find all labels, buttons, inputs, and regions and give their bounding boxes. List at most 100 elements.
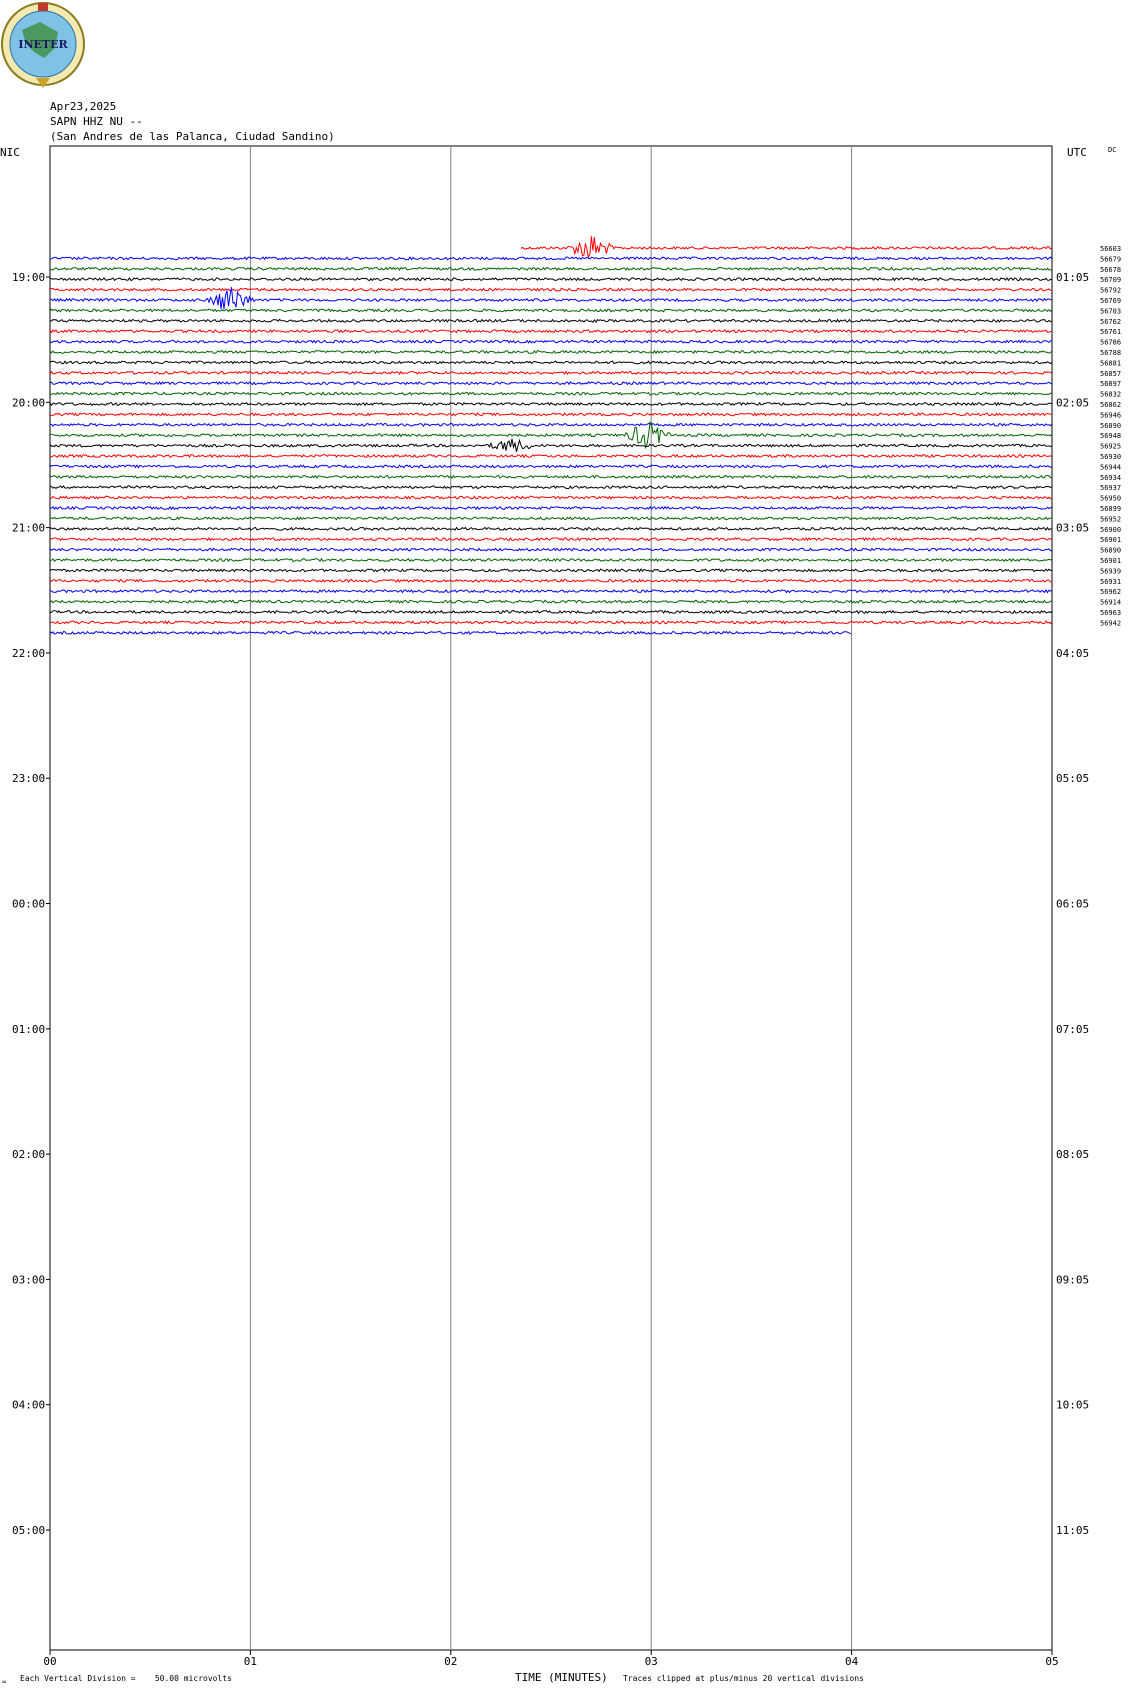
trace-row-label: 56950 (1100, 495, 1121, 503)
x-tick-label: 05 (1045, 1655, 1058, 1668)
trace-row-label: 56931 (1100, 578, 1121, 586)
trace-row-label: 56603 (1100, 245, 1121, 253)
trace-row-label: 56948 (1100, 432, 1121, 440)
trace-row (49, 401, 1053, 407)
trace-row-label: 56914 (1100, 599, 1121, 607)
trace-row-label: 56786 (1100, 339, 1121, 347)
trace-row-label: 56939 (1100, 567, 1121, 575)
right-hour-label: 01:05 (1056, 271, 1089, 284)
trace-row-label: 56899 (1100, 505, 1121, 513)
trace-row-label: 56934 (1100, 474, 1121, 482)
left-hour-label: 02:00 (12, 1148, 45, 1161)
right-hour-label: 03:05 (1056, 522, 1089, 535)
corner-label: DC (1108, 146, 1116, 154)
trace-row (49, 339, 1053, 344)
trace-row (49, 370, 1053, 376)
scale-note: Each Vertical Division = 50.00 microvolt… (20, 1674, 232, 1683)
right-hour-label: 11:05 (1056, 1524, 1089, 1537)
trace-row-label: 56709 (1100, 276, 1121, 284)
trace-row-label: 56937 (1100, 484, 1121, 492)
trace-row (49, 578, 1053, 583)
trace-row (49, 412, 1053, 417)
header-date: Apr23,2025 (50, 100, 116, 113)
left-hour-label: 03:00 (12, 1273, 45, 1286)
header-location: (San Andres de las Palanca, Ciudad Sandi… (50, 130, 335, 143)
ineter-logo: INETER (1, 2, 85, 88)
plot-border (49, 145, 1053, 1651)
x-tick-label: 03 (645, 1655, 658, 1668)
trace-row (49, 537, 1053, 542)
right-hour-label: 02:05 (1056, 396, 1089, 409)
trace-row (49, 516, 1053, 521)
trace-row (49, 526, 1053, 532)
trace-row-label: 56944 (1100, 463, 1121, 471)
trace-row-label: 56792 (1100, 287, 1121, 295)
left-hour-label: 19:00 (12, 271, 45, 284)
trace-row-label: 56942 (1100, 619, 1121, 627)
x-axis-ticks: 00 01 02 03 04 05 (43, 1650, 1059, 1668)
trace-row (49, 599, 1053, 604)
trace-row-label: 56925 (1100, 443, 1121, 451)
right-timezone-label: UTC (1067, 146, 1087, 159)
trace-row-label: 56678 (1100, 266, 1121, 274)
trace-row-label: 56862 (1100, 401, 1121, 409)
trace-row-label: 56901 (1100, 536, 1121, 544)
trace-row (49, 277, 1053, 282)
trace-row (49, 485, 1053, 490)
trace-row (49, 568, 1053, 573)
trace-row-label: 56679 (1100, 255, 1121, 263)
trace-row (520, 236, 1053, 260)
trace-row-label: 56952 (1100, 515, 1121, 523)
x-axis-title: TIME (MINUTES) (515, 1671, 608, 1684)
left-hour-label: 05:00 (12, 1524, 45, 1537)
trace-row (49, 609, 1053, 615)
header-station: SAPN HHZ NU -- (50, 115, 143, 128)
left-hour-label: 04:00 (12, 1399, 45, 1412)
trace-row (49, 349, 1053, 355)
right-hour-label: 09:05 (1056, 1273, 1089, 1286)
plot-frame (49, 145, 1053, 1651)
trace-row (49, 438, 1053, 453)
trace-row (49, 360, 1053, 365)
trace-row-label: 56832 (1100, 391, 1121, 399)
right-hour-labels: 01:05 02:05 03:05 04:05 05:05 06:05 07:05 08:05… (1056, 271, 1089, 1537)
left-hour-label: 23:00 (12, 772, 45, 785)
footer-corner-mark: ≈ (2, 1678, 6, 1686)
trace-row-label: 56769 (1100, 297, 1121, 305)
seismic-traces (49, 236, 1053, 635)
right-hour-label: 10:05 (1056, 1399, 1089, 1412)
trace-row (49, 557, 1053, 563)
trace-row (49, 266, 1053, 271)
left-hour-labels: 19:00 20:00 21:00 22:00 23:00 00:00 01:00 02:00… (12, 271, 50, 1537)
right-hour-label: 06:05 (1056, 898, 1089, 911)
trace-row (49, 308, 1053, 313)
trace-row (49, 287, 1053, 292)
x-tick-label: 00 (43, 1655, 56, 1668)
trace-row-label: 56857 (1100, 370, 1121, 378)
trace-row-label: 56890 (1100, 422, 1121, 430)
trace-row-label: 56963 (1100, 609, 1121, 617)
trace-row-label: 56962 (1100, 588, 1121, 596)
left-hour-label: 00:00 (12, 898, 45, 911)
trace-row (49, 381, 1053, 386)
x-tick-label: 02 (444, 1655, 457, 1668)
trace-row (49, 422, 1053, 428)
trace-row-label: 56703 (1100, 307, 1121, 315)
trace-row (49, 421, 1053, 450)
trace-row (49, 391, 1053, 396)
trace-row (50, 474, 1053, 479)
trace-row (49, 620, 1053, 625)
trace-row (49, 505, 1053, 511)
trace-row (49, 547, 1052, 552)
clip-note: Traces clipped at plus/minus 20 vertical… (623, 1674, 864, 1683)
trace-row-label: 56788 (1100, 349, 1121, 357)
right-hour-label: 04:05 (1056, 647, 1089, 660)
left-timezone-label: NIC (0, 146, 20, 159)
right-hour-label: 08:05 (1056, 1148, 1089, 1161)
trace-row-label: 56762 (1100, 318, 1121, 326)
trace-row-label: 56901 (1100, 557, 1121, 565)
trace-row (50, 495, 1053, 500)
x-tick-label: 01 (244, 1655, 257, 1668)
left-hour-label: 21:00 (12, 522, 45, 535)
trace-row (49, 464, 1053, 469)
